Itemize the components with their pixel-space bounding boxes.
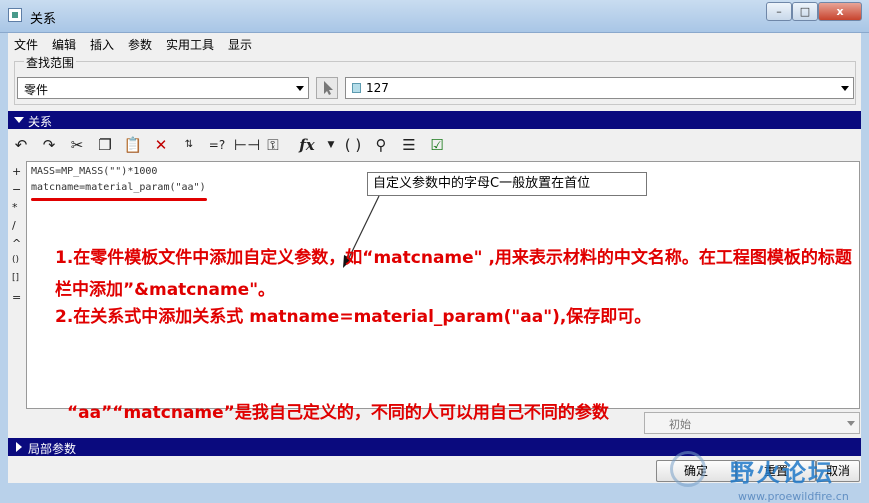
copy-icon[interactable]: ❐	[94, 134, 116, 156]
op-parentheses[interactable]: ()	[12, 255, 19, 265]
paste-icon[interactable]: 📋	[122, 134, 144, 156]
chevron-down-icon	[847, 421, 855, 426]
callout-box: 自定义参数中的字母C一般放置在首位	[367, 172, 647, 196]
part-select[interactable]: 127	[345, 77, 854, 99]
relations-editor[interactable]: MASS=MP_MASS("")*1000 matcname=material_…	[26, 161, 860, 423]
relation-list-icon[interactable]: ☰	[398, 134, 420, 156]
title-bar: 关系 – □ x	[0, 0, 869, 33]
maximize-button[interactable]: □	[792, 2, 818, 21]
undo-icon[interactable]: ↶	[10, 134, 32, 156]
scope-type-value: 零件	[24, 83, 49, 97]
part-value: 127	[366, 81, 389, 95]
select-arrow-button[interactable]	[316, 77, 338, 99]
verify-icon[interactable]: ⚲	[370, 134, 392, 156]
op-plus[interactable]: +	[12, 165, 21, 178]
menu-utilities[interactable]: 实用工具	[166, 36, 214, 53]
dialog-client: 文件 编辑 插入 参数 实用工具 显示 查找范围 零件 127 关系 ↶ ↷ ✂…	[8, 33, 861, 503]
units-value: 初始	[669, 418, 691, 431]
local-params-label: 局部参数	[28, 442, 77, 456]
annotation-note-3: “aa”“matcname”是我自己定义的，不同的人可以用自己不同的参数	[67, 403, 609, 423]
op-minus[interactable]: −	[12, 183, 21, 196]
op-equals[interactable]: =	[12, 291, 21, 304]
expand-triangle-icon	[16, 442, 22, 452]
menu-insert[interactable]: 插入	[90, 36, 114, 53]
part-icon	[352, 83, 361, 93]
code-line-1: MASS=MP_MASS("")*1000	[31, 166, 158, 177]
annotation-note-1: 1.在零件模板文件中添加自定义参数，如“matcname" ,用来表示材料的中文…	[55, 248, 852, 300]
menu-display[interactable]: 显示	[228, 36, 252, 53]
function-icon[interactable]: fx	[296, 134, 318, 156]
operator-column: + − * / ^ () [] =	[8, 161, 26, 409]
op-brackets[interactable]: []	[12, 273, 19, 283]
dimension-icon[interactable]: ⊢⊣	[234, 134, 260, 156]
delete-icon[interactable]: ✕	[150, 134, 172, 156]
menu-edit[interactable]: 编辑	[52, 36, 76, 53]
checkbox-icon[interactable]: ☑	[426, 134, 448, 156]
units-select[interactable]: 初始	[644, 412, 860, 434]
cursor-arrow-icon	[324, 81, 333, 95]
op-multiply[interactable]: *	[12, 201, 18, 214]
relations-section-header[interactable]: 关系	[8, 111, 861, 129]
op-divide[interactable]: /	[12, 219, 16, 232]
window-title: 关系	[30, 12, 57, 27]
chevron-down-icon	[296, 86, 304, 91]
relation-check-icon[interactable]: ⚿	[262, 134, 284, 156]
minimize-button[interactable]: –	[766, 2, 792, 21]
relations-section-label: 关系	[28, 115, 53, 129]
menu-parameters[interactable]: 参数	[128, 36, 152, 53]
menu-bar: 文件 编辑 插入 参数 实用工具 显示	[8, 33, 861, 53]
redo-icon[interactable]: ↷	[38, 134, 60, 156]
chevron-down-icon	[841, 86, 849, 91]
watermark-logo	[670, 451, 706, 487]
red-underline	[31, 198, 207, 201]
close-button[interactable]: x	[818, 2, 862, 21]
menu-file[interactable]: 文件	[14, 36, 38, 53]
code-line-2: matcname=material_param("aa")	[31, 182, 206, 193]
op-power[interactable]: ^	[12, 237, 21, 250]
cut-icon[interactable]: ✂	[66, 134, 88, 156]
collapse-triangle-icon	[14, 117, 24, 123]
evaluate-icon[interactable]: =?	[206, 134, 228, 156]
relations-toolbar: ↶ ↷ ✂ ❐ 📋 ✕ ⇅ =? ⊢⊣ ⚿ fx ▼ ( ) ⚲ ☰ ☑	[8, 131, 861, 159]
watermark-url: www.proewildfire.cn	[738, 490, 849, 503]
window-icon	[8, 8, 22, 22]
function-dropdown-icon[interactable]: ▼	[320, 134, 342, 156]
parentheses-icon[interactable]: ( )	[342, 134, 364, 156]
scope-label: 查找范围	[24, 54, 77, 71]
annotation-note-2: 2.在关系式中添加关系式 matname=material_param("aa"…	[55, 307, 652, 327]
watermark-text: 野火论坛	[730, 459, 834, 487]
sort-icon[interactable]: ⇅	[178, 134, 200, 156]
scope-type-select[interactable]: 零件	[17, 77, 309, 99]
